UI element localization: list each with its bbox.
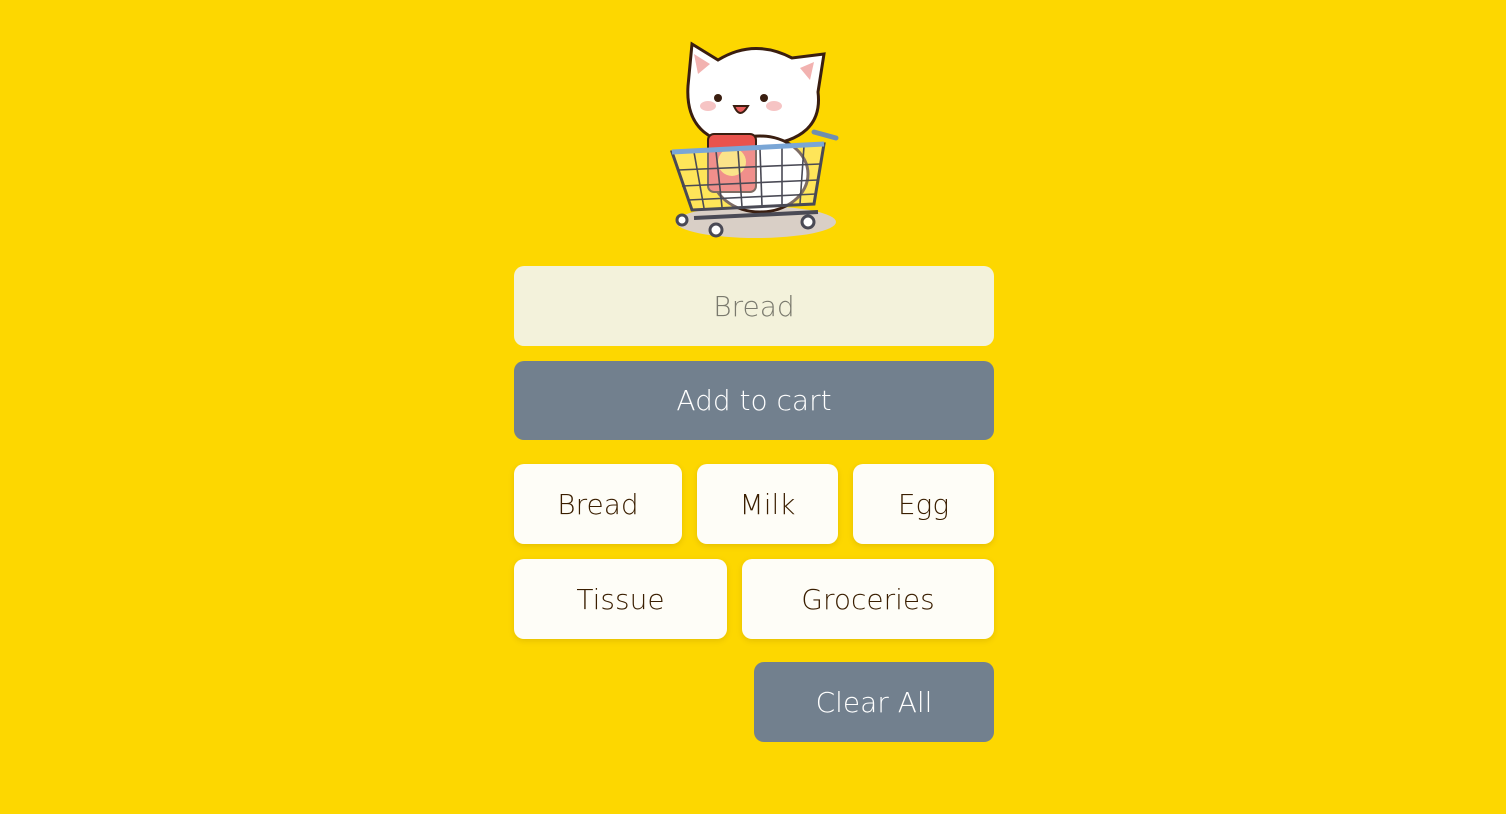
cat-in-shopping-cart-icon (669, 41, 839, 238)
item-input[interactable] (514, 266, 994, 346)
cart-item-egg[interactable]: Egg (853, 464, 994, 544)
add-to-cart-button[interactable]: Add to cart (514, 361, 994, 440)
cart-item-bread[interactable]: Bread (514, 464, 682, 544)
shopping-list-page: Add to cart Bread Milk Egg Tissue Grocer… (0, 0, 1506, 814)
cart-item-milk[interactable]: Milk (697, 464, 838, 544)
clear-all-button[interactable]: Clear All (754, 662, 994, 742)
cart-item-groceries[interactable]: Groceries (742, 559, 994, 639)
cart-item-tissue[interactable]: Tissue (514, 559, 727, 639)
